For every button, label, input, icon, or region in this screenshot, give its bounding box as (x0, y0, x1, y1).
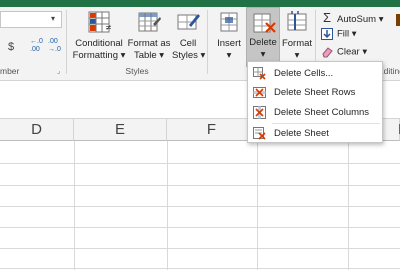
menu-item-delete-cells[interactable]: Delete Cells... (248, 64, 382, 83)
autosum-button[interactable]: Σ AutoSum ▾ (320, 10, 384, 25)
cell-styles-button[interactable]: Cell Styles ▾ (172, 9, 206, 67)
eraser-icon (320, 46, 334, 58)
chevron-down-icon: ▾ (226, 50, 232, 61)
conditional-formatting-icon: ≠ (88, 11, 112, 33)
format-as-table-button[interactable]: Format as Table ▾ (126, 9, 172, 67)
column-header-e[interactable]: E (74, 119, 167, 141)
conditional-formatting-button[interactable]: ≠ Conditional Formatting ▾ (70, 9, 128, 67)
menu-item-delete-sheet[interactable]: Delete Sheet (248, 124, 382, 143)
column-header-d[interactable]: D (0, 119, 74, 141)
format-as-table-icon (138, 12, 161, 32)
delete-sheet-icon (253, 127, 266, 140)
chevron-down-icon: ▾ (294, 50, 300, 61)
grid-line (0, 206, 400, 207)
insert-button[interactable]: Insert ▾ (212, 9, 246, 67)
menu-item-label: Delete Sheet (274, 128, 329, 139)
svg-text:≠: ≠ (105, 23, 112, 32)
fill-down-icon (320, 28, 334, 40)
conditional-formatting-label-2: Formatting ▾ (72, 50, 126, 61)
delete-cells-icon (253, 13, 276, 33)
delete-rows-icon (253, 87, 266, 98)
cell-styles-label-1: Cell (179, 38, 197, 49)
insert-cells-icon (220, 12, 238, 32)
format-button[interactable]: Format ▾ (281, 9, 313, 67)
menu-item-delete-rows[interactable]: Delete Sheet Rows (248, 83, 382, 102)
title-bar-strip (0, 0, 400, 7)
sort-filter-icon[interactable] (396, 14, 400, 26)
grid-line (0, 268, 400, 269)
format-as-table-label-1: Format as (127, 38, 171, 49)
grid-line (0, 248, 400, 249)
styles-group-label: Styles (125, 66, 149, 76)
autosum-label: AutoSum ▾ (337, 14, 384, 25)
format-cells-icon (287, 11, 307, 31)
menu-item-label: Delete Cells... (274, 68, 334, 79)
menu-item-delete-columns[interactable]: Delete Sheet Columns (248, 103, 382, 122)
cell-styles-icon (177, 14, 200, 30)
column-header-f[interactable]: F (167, 119, 257, 141)
increase-decimal-icon[interactable]: ←.0 .00 (30, 38, 43, 54)
grid-line (0, 163, 400, 164)
delete-dropdown-menu: Delete Cells... Delete Sheet Rows Delete… (247, 61, 383, 143)
format-as-table-label-2: Table ▾ (133, 50, 165, 61)
chevron-down-icon: ▾ (260, 49, 266, 60)
group-separator (66, 10, 67, 74)
cell-styles-label-2: Styles ▾ (172, 50, 206, 61)
clear-button[interactable]: Clear ▾ (320, 46, 367, 58)
insert-label: Insert (217, 38, 241, 49)
fill-button[interactable]: Fill ▾ (320, 28, 357, 40)
currency-icon[interactable]: $ (8, 41, 14, 53)
grid-line (0, 227, 400, 228)
decrease-decimal-icon[interactable]: .00 →.0 (48, 38, 61, 54)
chevron-down-icon[interactable]: ▾ (51, 14, 55, 23)
fill-label: Fill ▾ (337, 28, 357, 40)
number-group-label: mber (0, 66, 20, 76)
delete-button[interactable]: Delete ▾ (246, 7, 280, 67)
autosum-icon: Σ (322, 10, 332, 25)
grid-line (0, 185, 400, 186)
delete-cells-icon (253, 67, 266, 80)
dialog-launcher-icon[interactable]: ⌟ (57, 67, 60, 75)
conditional-formatting-label-1: Conditional (75, 38, 123, 49)
delete-columns-icon (253, 106, 266, 119)
group-separator (207, 10, 208, 74)
menu-item-label: Delete Sheet Columns (274, 107, 370, 118)
format-label: Format (281, 38, 313, 49)
menu-item-label: Delete Sheet Rows (274, 87, 356, 98)
clear-label: Clear ▾ (337, 46, 368, 58)
delete-label: Delete (249, 37, 277, 48)
